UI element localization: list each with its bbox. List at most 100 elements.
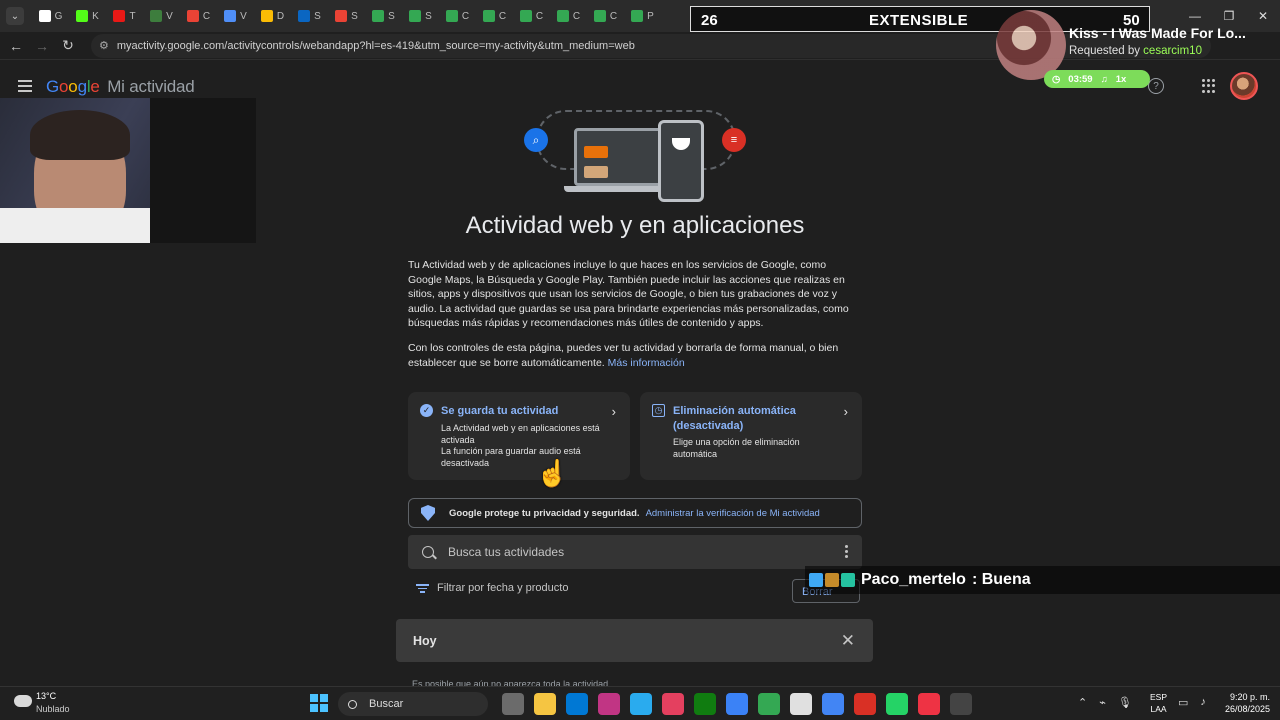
taskbar-app-icon[interactable] xyxy=(950,693,972,715)
search-icon xyxy=(422,546,434,558)
taskbar-app-icon[interactable] xyxy=(886,693,908,715)
tab-favicon-icon xyxy=(556,10,569,22)
tab-favicon-icon xyxy=(150,10,163,22)
manage-verification-link[interactable]: Administrar la verificación de Mi activi… xyxy=(646,508,820,519)
back-icon[interactable]: ← xyxy=(3,33,29,59)
song-requested-by: Requested by cesarcim10 xyxy=(1069,45,1202,57)
tab-favicon-icon xyxy=(519,10,532,22)
close-window-icon[interactable]: ✕ xyxy=(1246,0,1280,32)
activity-saving-card[interactable]: ✓ Se guarda tu actividad La Actividad we… xyxy=(408,392,630,480)
forward-icon[interactable]: → xyxy=(29,33,55,59)
taskbar-search[interactable]: Buscar xyxy=(338,692,488,716)
chevron-up-icon[interactable]: ⌃ xyxy=(1078,696,1087,709)
language-indicator[interactable]: ESP LAA xyxy=(1150,691,1167,715)
browser-tab[interactable]: C xyxy=(476,3,513,29)
browser-tab[interactable]: P xyxy=(624,3,661,29)
tab-label: S xyxy=(314,10,321,22)
chevron-right-icon: › xyxy=(611,404,616,419)
status-icons: ▭ ♪ xyxy=(1178,696,1206,709)
search-icon xyxy=(348,699,357,709)
tab-favicon-icon xyxy=(445,10,458,22)
cube-badge-icon xyxy=(809,573,823,587)
song-speed: 1x xyxy=(1115,73,1127,85)
requested-label: Requested by xyxy=(1069,45,1144,57)
tab-favicon-icon xyxy=(335,10,348,22)
browser-tab[interactable]: V xyxy=(217,3,254,29)
taskbar-clock[interactable]: 9:20 p. m. 26/08/2025 xyxy=(1220,691,1270,715)
requested-user: cesarcim10 xyxy=(1143,45,1202,57)
taskbar-app-icon[interactable] xyxy=(854,693,876,715)
taskbar-app-icon[interactable] xyxy=(918,693,940,715)
browser-tab[interactable]: C xyxy=(550,3,587,29)
site-info-icon[interactable]: ⚙ xyxy=(99,39,109,52)
tab-favicon-icon xyxy=(482,10,495,22)
menu-icon[interactable] xyxy=(18,80,32,92)
google-apps-icon[interactable] xyxy=(1202,79,1216,93)
browser-tab[interactable]: D xyxy=(254,3,291,29)
browser-tab[interactable]: C xyxy=(439,3,476,29)
tab-search-dropdown[interactable]: ⌄ xyxy=(6,7,24,25)
browser-tab[interactable]: S xyxy=(365,3,402,29)
tab-favicon-icon xyxy=(260,10,273,22)
close-icon[interactable]: ✕ xyxy=(841,631,855,651)
activity-search-input[interactable]: Busca tus actividades xyxy=(408,535,862,569)
taskbar-app-icon[interactable] xyxy=(726,693,748,715)
card-line: La Actividad web y en aplicaciones está … xyxy=(441,423,600,445)
browser-tab[interactable]: T xyxy=(106,3,143,29)
document-badge-icon: ≡ xyxy=(722,128,746,152)
webcam-hair xyxy=(30,110,130,160)
taskbar-app-icon[interactable] xyxy=(630,693,652,715)
tab-favicon-icon xyxy=(224,10,237,22)
more-options-icon[interactable] xyxy=(845,545,848,560)
taskbar-app-icon[interactable] xyxy=(694,693,716,715)
google-logo[interactable]: Google Mi actividad xyxy=(46,77,195,97)
wifi-icon[interactable]: ▭ xyxy=(1178,696,1188,709)
weather-temperature: 13°C xyxy=(36,691,57,701)
taskbar-app-icon[interactable] xyxy=(598,693,620,715)
browser-tab[interactable]: C xyxy=(513,3,550,29)
taskbar-app-icon[interactable] xyxy=(662,693,684,715)
browser-tab[interactable]: C xyxy=(180,3,217,29)
chat-text: : Buena xyxy=(971,571,1031,588)
card-title: Eliminación automática (desactivada) xyxy=(673,405,796,432)
music-note-icon: ♫ xyxy=(1100,73,1108,85)
taskbar-app-icon[interactable] xyxy=(534,693,556,715)
tab-favicon-icon xyxy=(38,10,51,22)
browser-tab[interactable]: S xyxy=(402,3,439,29)
cloud-icon[interactable] xyxy=(14,695,32,707)
chevron-right-icon: › xyxy=(843,404,848,419)
avatar[interactable] xyxy=(1230,72,1258,100)
browser-tab[interactable]: K xyxy=(69,3,106,29)
taskbar-app-icon[interactable] xyxy=(566,693,588,715)
microphone-icon[interactable]: 🎙 xyxy=(1118,696,1132,709)
browser-tab[interactable]: G xyxy=(32,3,69,29)
volume-icon[interactable]: ♪ xyxy=(1200,696,1206,709)
tab-label: C xyxy=(535,10,544,22)
tab-label: T xyxy=(129,10,136,22)
browser-tab[interactable]: V xyxy=(143,3,180,29)
tab-label: C xyxy=(202,10,211,22)
auto-delete-card[interactable]: ◷ Eliminación automática (desactivada) E… xyxy=(640,392,862,480)
product-name: Mi actividad xyxy=(107,77,195,96)
today-label: Hoy xyxy=(413,633,437,648)
more-info-link[interactable]: Más información xyxy=(608,357,685,369)
start-button[interactable] xyxy=(310,694,328,712)
help-icon[interactable]: ? xyxy=(1148,78,1164,94)
filter-button[interactable]: Filtrar por fecha y producto xyxy=(416,582,568,595)
taskbar-app-icon[interactable] xyxy=(758,693,780,715)
browser-tab[interactable]: S xyxy=(291,3,328,29)
taskbar-app-icon[interactable] xyxy=(502,693,524,715)
taskbar-app-icon[interactable] xyxy=(790,693,812,715)
reload-icon[interactable]: ↻ xyxy=(55,33,81,59)
network-icon[interactable]: ⌁ xyxy=(1099,696,1106,709)
logo-letter: g xyxy=(77,77,87,96)
clock-time: 9:20 p. m. xyxy=(1229,692,1270,702)
privacy-banner: Google protege tu privacidad y seguridad… xyxy=(408,498,862,528)
taskbar-app-icon[interactable] xyxy=(822,693,844,715)
browser-tab[interactable]: C xyxy=(587,3,624,29)
tab-label: S xyxy=(425,10,432,22)
chat-username: Paco_mertelo xyxy=(861,571,966,588)
filter-label: Filtrar por fecha y producto xyxy=(437,582,569,595)
browser-tab[interactable]: S xyxy=(328,3,365,29)
tab-label: G xyxy=(54,10,63,22)
